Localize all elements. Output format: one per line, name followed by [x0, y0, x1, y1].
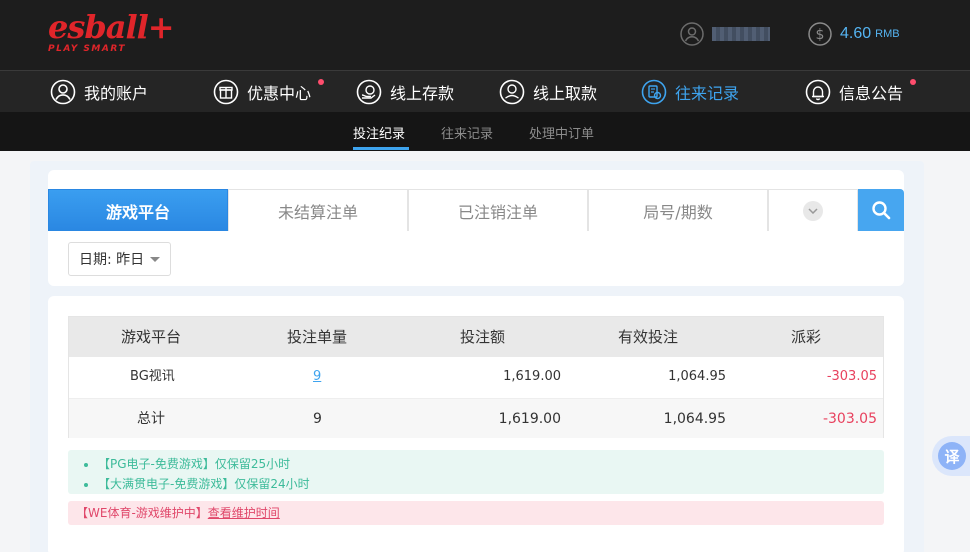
subnav-bet-records[interactable]: 投注纪录: [353, 123, 405, 142]
total-label: 总计: [137, 411, 165, 427]
gift-icon: [213, 79, 239, 105]
date-filter-select[interactable]: 日期: 昨日: [68, 242, 171, 276]
notice-text: 【大满贯电子-免费游戏】仅保留24小时: [98, 477, 310, 491]
withdraw-icon: [499, 79, 525, 105]
header-platform: 游戏平台: [121, 328, 182, 346]
maintenance-notice: 【WE体育-游戏维护中】查看维护时间: [68, 501, 884, 525]
table-header-row: 游戏平台 投注单量 投注额 有效投注 派彩: [69, 317, 883, 357]
records-icon: [641, 79, 667, 105]
subnav-pending-orders[interactable]: 处理中订单: [529, 123, 594, 142]
nav-label: 优惠中心: [247, 84, 312, 103]
subnav-active-indicator: [353, 147, 409, 150]
promotions-notification-dot: [318, 79, 324, 85]
header-payout: 派彩: [791, 328, 822, 346]
nav-online-withdraw[interactable]: 线上取款: [499, 71, 597, 113]
total-bet-count: 9: [313, 411, 322, 427]
nav-label: 线上取款: [533, 84, 598, 103]
deposit-icon: [356, 79, 382, 105]
tab-game-platform[interactable]: 游戏平台: [48, 189, 228, 231]
notice-item: 【大满贯电子-免费游戏】仅保留24小时: [84, 475, 310, 492]
bet-summary-table: 游戏平台 投注单量 投注额 有效投注 派彩 BG视讯 9 1,619.00 1,…: [68, 316, 884, 438]
translate-button[interactable]: 译: [932, 436, 970, 476]
nav-announcements[interactable]: 信息公告: [805, 71, 903, 113]
esball-logo[interactable]: esball+ PLAY SMART: [48, 8, 175, 58]
tab-cancelled-bets[interactable]: 已注销注单: [408, 189, 588, 231]
nav-transaction-records[interactable]: 往来记录: [641, 71, 739, 113]
tab-more-dropdown[interactable]: [768, 189, 858, 231]
row-payout: -303.05: [826, 369, 877, 384]
row-bet-amount: 1,619.00: [503, 369, 561, 384]
total-valid-bet: 1,064.95: [663, 411, 726, 427]
record-tabs: 游戏平台 未结算注单 已注销注单 局号/期数: [48, 189, 904, 231]
sub-nav: 投注纪录 往来记录 处理中订单: [0, 112, 970, 151]
maintenance-text: 【WE体育-游戏维护中】: [76, 506, 208, 520]
chevron-down-icon: [803, 200, 823, 221]
balance-display: $ 4.60 RMB: [808, 22, 900, 46]
header-bet-count: 投注单量: [287, 328, 348, 346]
nav-label: 我的账户: [84, 84, 149, 103]
view-maintenance-time-link[interactable]: 查看维护时间: [208, 506, 280, 520]
user-icon: [50, 79, 76, 105]
nav-online-deposit[interactable]: 线上存款: [356, 71, 454, 113]
free-game-notice: 【PG电子-免费游戏】仅保留25小时 【大满贯电子-免费游戏】仅保留24小时: [68, 450, 884, 494]
header-bet-amount: 投注额: [460, 328, 506, 346]
total-payout: -303.05: [822, 411, 877, 427]
announcements-notification-dot: [910, 79, 916, 85]
notice-item: 【PG电子-免费游戏】仅保留25小时: [84, 455, 290, 472]
nav-my-account[interactable]: 我的账户: [50, 71, 148, 113]
search-icon: [872, 201, 891, 220]
bullet-icon: [84, 482, 88, 487]
nav-label: 信息公告: [839, 84, 904, 103]
nav-promotions[interactable]: 优惠中心: [213, 71, 311, 113]
table-total-row: 总计 9 1,619.00 1,064.95 -303.05: [69, 398, 883, 438]
date-filter-label: 日期: 昨日: [79, 252, 145, 268]
row-valid-bet: 1,064.95: [668, 369, 726, 384]
notice-text: 【PG电子-免费游戏】仅保留25小时: [98, 457, 291, 471]
user-avatar-icon: [680, 22, 704, 46]
balance-currency: RMB: [875, 28, 900, 40]
top-bar: esball+ PLAY SMART $ 4.60 RMB: [0, 0, 970, 70]
tab-unsettled-bets[interactable]: 未结算注单: [228, 189, 408, 231]
header-valid-bet: 有效投注: [618, 328, 679, 346]
bullet-icon: [84, 462, 88, 467]
bell-icon: [805, 79, 831, 105]
username-blurred: [712, 27, 770, 41]
svg-text:$: $: [816, 27, 825, 43]
translate-icon: 译: [938, 442, 966, 470]
user-info[interactable]: [680, 22, 770, 46]
subnav-transaction-records[interactable]: 往来记录: [441, 123, 493, 142]
nav-label: 线上存款: [390, 84, 455, 103]
main-nav: 我的账户 优惠中心 线上存款 线上取款 往来记录 信息公告: [0, 70, 970, 112]
total-bet-amount: 1,619.00: [498, 411, 561, 427]
caret-down-icon: [150, 256, 161, 262]
search-button[interactable]: [858, 189, 904, 231]
nav-label: 往来记录: [675, 84, 740, 103]
logo-main-text: esball+: [48, 8, 175, 46]
table-row: BG视讯 9 1,619.00 1,064.95 -303.05: [69, 357, 883, 397]
row-platform: BG视讯: [130, 369, 175, 384]
row-bet-count-link[interactable]: 9: [313, 357, 321, 397]
coin-icon: $: [808, 22, 832, 46]
tab-round-number[interactable]: 局号/期数: [588, 189, 768, 231]
balance-amount: 4.60: [840, 25, 872, 42]
